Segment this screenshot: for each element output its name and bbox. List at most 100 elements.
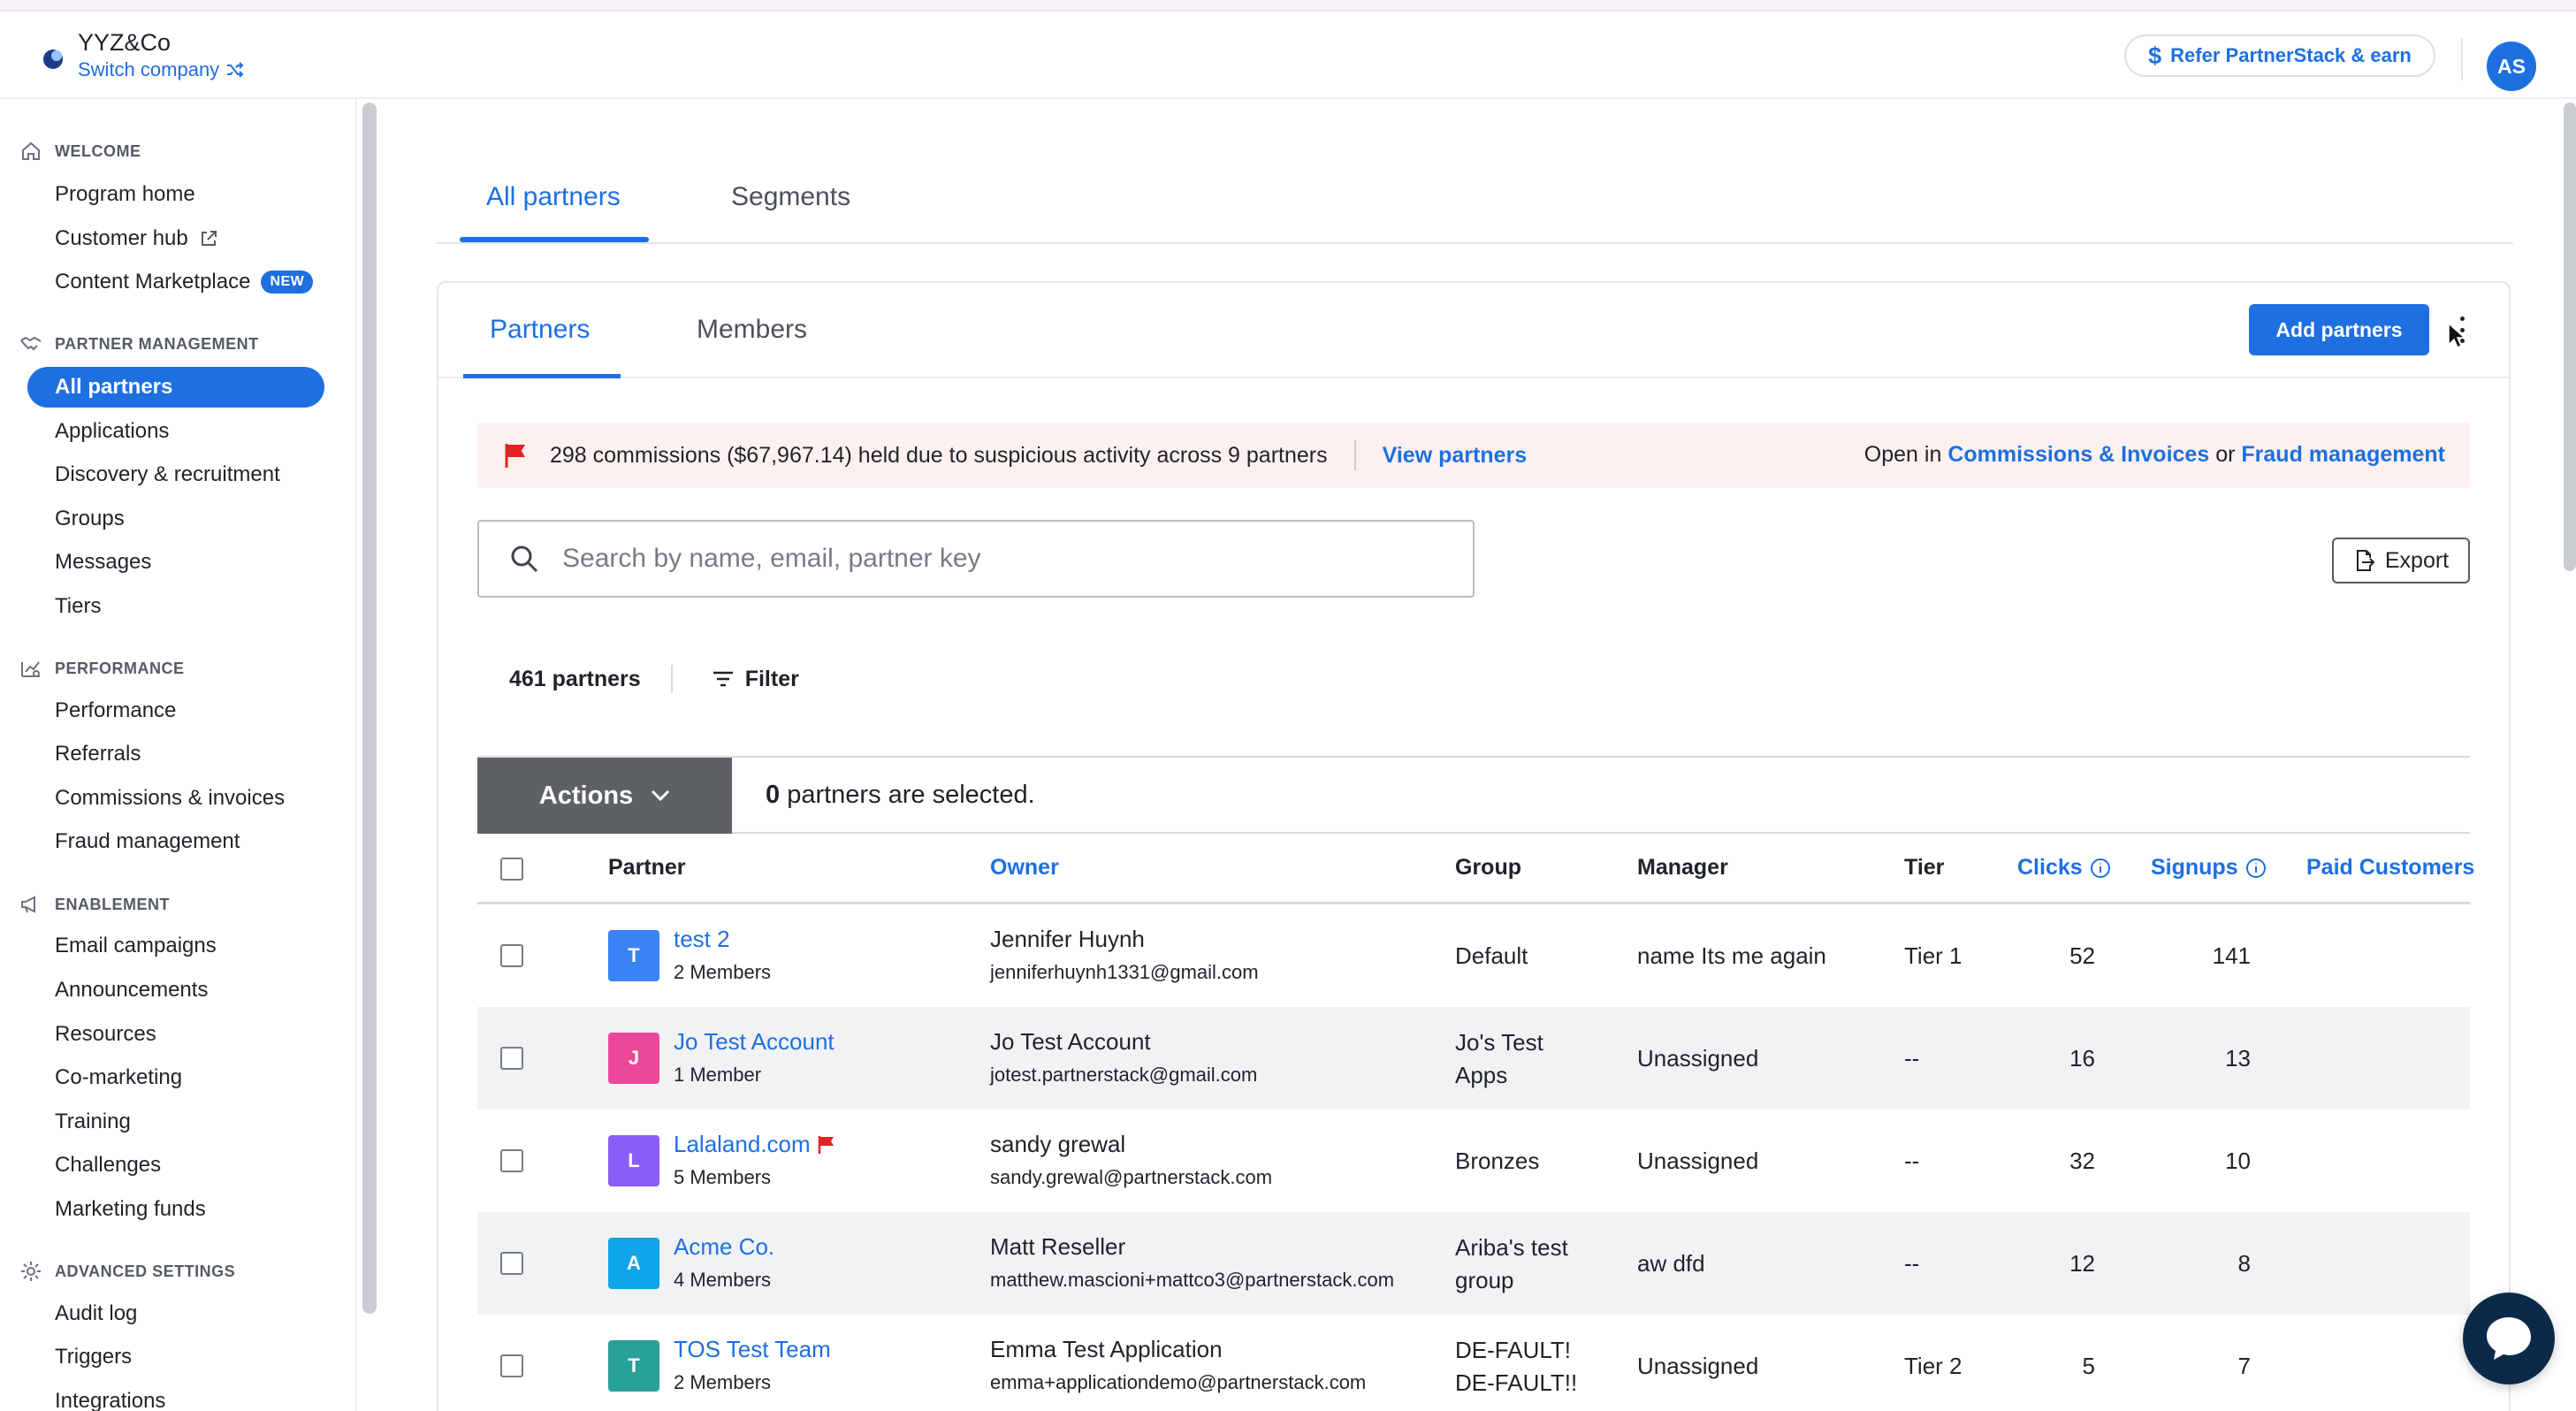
column-header-signups[interactable]: Signups bbox=[2151, 855, 2267, 881]
partner-name-link[interactable]: TOS Test Team bbox=[674, 1336, 831, 1363]
sidebar-item-referrals[interactable]: Referrals bbox=[55, 742, 141, 767]
sidebar-item-commissions-invoices[interactable]: Commissions & invoices bbox=[55, 786, 285, 811]
shuffle-icon bbox=[227, 62, 244, 78]
sidebar-item-audit-log[interactable]: Audit log bbox=[55, 1301, 137, 1326]
or-label: or bbox=[2215, 442, 2236, 467]
sidebar-item-messages[interactable]: Messages bbox=[55, 550, 151, 575]
table-row[interactable]: A Acme Co. 4 Members Matt Reseller matthew.m… bbox=[477, 1212, 2470, 1315]
partner-name-link[interactable]: Jo Test Account bbox=[674, 1028, 835, 1056]
sidebar-item-co-marketing[interactable]: Co-marketing bbox=[55, 1065, 182, 1090]
column-header-manager[interactable]: Manager bbox=[1637, 855, 1728, 881]
sidebar-item-applications[interactable]: Applications bbox=[55, 419, 169, 444]
company-logo-icon bbox=[43, 50, 63, 69]
owner-email: sandy.grewal@partnerstack.com bbox=[990, 1166, 1273, 1188]
partner-name: Acme Co. bbox=[674, 1233, 775, 1260]
sidebar-item-program-home[interactable]: Program home bbox=[55, 182, 195, 207]
partner-name-link[interactable]: Acme Co. bbox=[674, 1233, 774, 1261]
sidebar-item-discovery-recruitment[interactable]: Discovery & recruitment bbox=[55, 462, 280, 487]
owner-name: Emma Test Application bbox=[990, 1336, 1223, 1362]
info-icon[interactable] bbox=[2090, 858, 2111, 879]
partner-name-link[interactable]: Lalaland.com bbox=[674, 1131, 835, 1158]
column-header-group[interactable]: Group bbox=[1455, 855, 1521, 881]
alert-message: 298 commissions ($67,967.14) held due to… bbox=[550, 442, 1328, 468]
sidebar-section-enablement: ENABLEMENT bbox=[19, 893, 170, 916]
group-cell: Apps bbox=[1455, 1062, 1508, 1088]
partner-count-row: 461 partners Filter bbox=[509, 665, 799, 693]
sidebar-item-email-campaigns[interactable]: Email campaigns bbox=[55, 934, 217, 958]
sidebar-item-performance[interactable]: Performance bbox=[55, 698, 176, 723]
table-row[interactable]: T TOS Test Team 2 Members Emma Test Applica… bbox=[477, 1315, 2470, 1411]
row-checkbox[interactable] bbox=[500, 1149, 523, 1172]
fraud-management-link[interactable]: Fraud management bbox=[2241, 442, 2445, 467]
sidebar-item-integrations[interactable]: Integrations bbox=[55, 1389, 165, 1411]
home-icon bbox=[22, 141, 40, 160]
group-cell: DE-FAULT! bbox=[1455, 1337, 1571, 1363]
sidebar-item-label: Audit log bbox=[55, 1301, 138, 1325]
sidebar-item-tiers[interactable]: Tiers bbox=[55, 594, 101, 619]
row-checkbox[interactable] bbox=[500, 1354, 523, 1377]
sidebar-item-label: Resources bbox=[55, 1022, 156, 1046]
tab-members[interactable]: Members bbox=[697, 315, 807, 345]
sidebar-item-triggers[interactable]: Triggers bbox=[55, 1345, 132, 1369]
mouse-cursor-icon bbox=[2448, 322, 2466, 349]
owner-name: Jo Test Account bbox=[990, 1028, 1151, 1055]
sidebar-item-resources[interactable]: Resources bbox=[55, 1022, 156, 1047]
page-scrollbar[interactable] bbox=[2564, 103, 2576, 571]
sidebar-item-content-marketplace[interactable]: Content Marketplace NEW bbox=[55, 270, 314, 294]
refer-partnerstack-button[interactable]: $ Refer PartnerStack & earn bbox=[2124, 34, 2435, 77]
sidebar-item-groups[interactable]: Groups bbox=[55, 507, 125, 531]
column-header-owner[interactable]: Owner bbox=[990, 855, 1059, 881]
sidebar-item-label: Triggers bbox=[55, 1345, 133, 1369]
performance-chart-icon bbox=[21, 661, 40, 677]
export-button[interactable]: Export bbox=[2332, 538, 2470, 583]
column-header-clicks[interactable]: Clicks bbox=[2017, 855, 2111, 881]
select-all-checkbox[interactable] bbox=[500, 858, 523, 881]
sidebar-item-fraud-management[interactable]: Fraud management bbox=[55, 829, 240, 854]
sidebar-item-customer-hub[interactable]: Customer hub bbox=[55, 226, 218, 251]
sidebar-scrollbar[interactable] bbox=[362, 103, 377, 1314]
owner-email: jotest.partnerstack@gmail.com bbox=[990, 1064, 1258, 1086]
sidebar-item-challenges[interactable]: Challenges bbox=[55, 1153, 161, 1178]
sidebar-section-welcome: WELCOME bbox=[19, 140, 141, 163]
tab-all-partners[interactable]: All partners bbox=[486, 182, 621, 212]
commissions-invoices-link[interactable]: Commissions & Invoices bbox=[1947, 442, 2209, 467]
table-row[interactable]: J Jo Test Account 1 Member Jo Test Account j… bbox=[477, 1007, 2470, 1110]
sidebar-item-training[interactable]: Training bbox=[55, 1110, 131, 1134]
switch-company-link[interactable]: Switch company bbox=[78, 58, 244, 81]
owner-email: jenniferhuynh1331@gmail.com bbox=[990, 961, 1259, 983]
sidebar-item-announcements[interactable]: Announcements bbox=[55, 978, 208, 1003]
group-cell: Default bbox=[1455, 942, 1528, 969]
alert-divider bbox=[1353, 440, 1356, 470]
partner-avatar: J bbox=[608, 1033, 659, 1084]
chevron-down-icon bbox=[652, 789, 670, 802]
actions-dropdown-button[interactable]: Actions bbox=[477, 758, 732, 834]
add-partners-button[interactable]: Add partners bbox=[2249, 304, 2429, 355]
group-cell: Ariba's test bbox=[1455, 1234, 1568, 1261]
signups-cell: 8 bbox=[2237, 1250, 2251, 1277]
sidebar-item-label: Training bbox=[55, 1110, 131, 1133]
column-header-tier[interactable]: Tier bbox=[1904, 855, 1944, 881]
manager-cell: Unassigned bbox=[1637, 1353, 1759, 1379]
column-header-paid-customers[interactable]: Paid Customers bbox=[2306, 855, 2474, 881]
row-checkbox[interactable] bbox=[500, 1252, 523, 1275]
row-checkbox[interactable] bbox=[500, 1047, 523, 1070]
partner-name-link[interactable]: test 2 bbox=[674, 926, 730, 953]
active-tab-indicator bbox=[460, 237, 649, 242]
sidebar-item-marketing-funds[interactable]: Marketing funds bbox=[55, 1197, 206, 1222]
sidebar-item-all-partners[interactable]: All partners bbox=[27, 367, 324, 408]
clicks-cell: 12 bbox=[2069, 1250, 2095, 1277]
view-partners-link[interactable]: View partners bbox=[1383, 443, 1528, 469]
user-avatar[interactable]: AS bbox=[2487, 42, 2536, 91]
info-icon[interactable] bbox=[2245, 858, 2267, 879]
sidebar-item-label: Referrals bbox=[55, 742, 141, 766]
table-row[interactable]: Ttest 2 2 Members Jennifer Huynh jenniferhu… bbox=[477, 904, 2470, 1007]
column-header-partner[interactable]: Partner bbox=[608, 855, 686, 881]
filter-button[interactable]: Filter bbox=[712, 667, 799, 692]
tab-segments[interactable]: Segments bbox=[731, 182, 850, 212]
chat-launcher-button[interactable] bbox=[2463, 1293, 2555, 1384]
tab-partners[interactable]: Partners bbox=[490, 315, 590, 345]
partner-members: 1 Member bbox=[674, 1064, 762, 1086]
search-input[interactable] bbox=[562, 544, 1358, 574]
table-row[interactable]: L Lalaland.com 5 Members sandy grewal sandy.… bbox=[477, 1110, 2470, 1212]
row-checkbox[interactable] bbox=[500, 944, 523, 967]
